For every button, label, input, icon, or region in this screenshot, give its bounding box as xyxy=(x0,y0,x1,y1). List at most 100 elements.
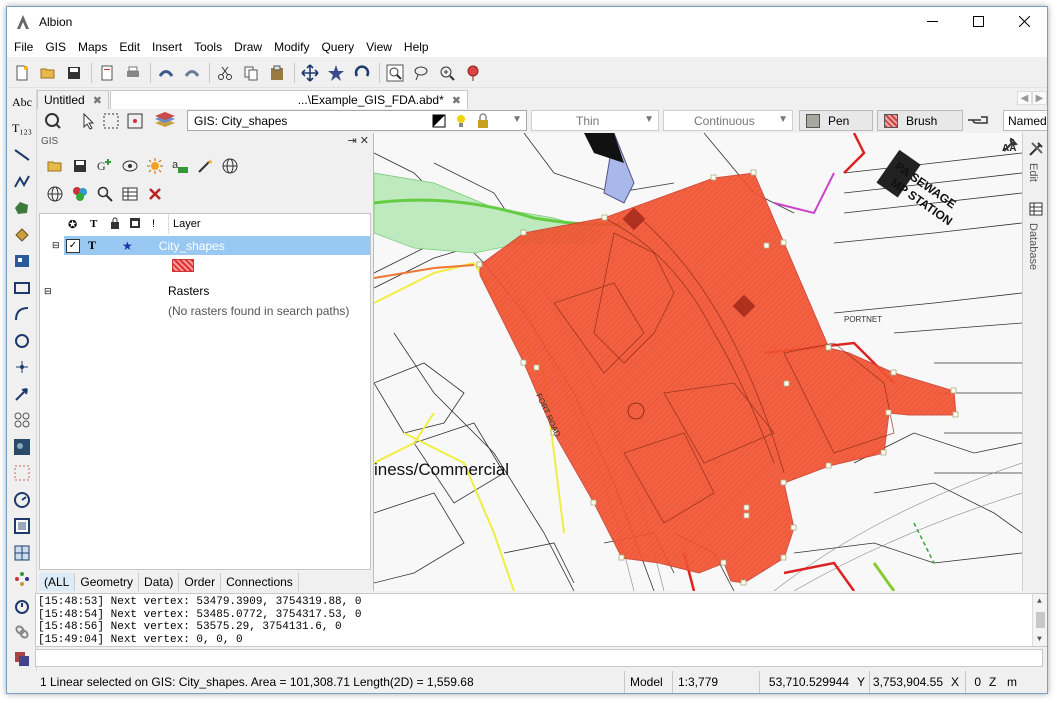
tab-scroll-right-icon[interactable]: ▶ xyxy=(1032,91,1047,105)
symbology-icon[interactable] xyxy=(118,155,142,177)
timer-tool-icon[interactable] xyxy=(7,593,37,620)
new-gis-layer-icon[interactable]: G xyxy=(93,155,117,177)
arrow-tool-icon[interactable] xyxy=(7,381,37,408)
menu-edit[interactable]: Edit xyxy=(114,40,147,54)
edit-tools-icon[interactable] xyxy=(1028,141,1044,160)
minimize-button[interactable] xyxy=(909,7,955,36)
undo-icon[interactable] xyxy=(154,61,178,85)
database-panel-tab[interactable]: Database xyxy=(1027,223,1039,270)
scroll-thumb[interactable] xyxy=(1036,612,1045,628)
sun-icon[interactable] xyxy=(143,155,167,177)
map-drawing[interactable]: iness/Commercial PA SEWAGE MP STATION PO… xyxy=(374,133,1022,591)
maximize-button[interactable] xyxy=(955,7,1001,36)
save-icon[interactable] xyxy=(62,61,86,85)
save-layer-icon[interactable] xyxy=(68,155,92,177)
tab-geometry[interactable]: Geometry xyxy=(75,573,140,591)
layers-tool-icon[interactable] xyxy=(7,646,37,673)
menu-draw[interactable]: Draw xyxy=(229,40,269,54)
hatch-tool-icon[interactable] xyxy=(7,222,37,249)
edit-panel-tab[interactable]: Edit xyxy=(1027,163,1039,182)
arc-tool-icon[interactable] xyxy=(7,301,37,328)
layer-color-icon[interactable] xyxy=(432,114,446,131)
magic-wand-icon[interactable] xyxy=(193,155,217,177)
menu-file[interactable]: File xyxy=(9,40,40,54)
menu-modify[interactable]: Modify xyxy=(269,40,316,54)
text-column-icon[interactable]: T xyxy=(90,218,97,230)
tab-order[interactable]: Order xyxy=(179,573,222,591)
dots-tool-icon[interactable] xyxy=(7,566,37,593)
line-tool-icon[interactable] xyxy=(7,142,37,169)
block-tool-icon[interactable] xyxy=(7,248,37,275)
select-star-icon[interactable] xyxy=(324,61,348,85)
visibility-column-icon[interactable]: ✪ xyxy=(68,218,77,231)
paste-icon[interactable] xyxy=(265,61,289,85)
console-scrollbar[interactable]: ▲ ▼ xyxy=(1032,594,1047,647)
viewport-tool-icon[interactable] xyxy=(7,513,37,540)
tab-untitled[interactable]: Untitled ✖ xyxy=(37,90,109,109)
new-file-icon[interactable] xyxy=(10,61,34,85)
layer-active-star-icon[interactable]: ★ xyxy=(122,239,133,253)
brush-button[interactable]: Brush xyxy=(877,110,963,131)
tab-all[interactable]: (ALL xyxy=(39,573,76,591)
cut-icon[interactable] xyxy=(213,61,237,85)
layer-select-dropdown[interactable]: GIS: City_shapes ▼ xyxy=(187,110,527,131)
menu-insert[interactable]: Insert xyxy=(147,40,189,54)
tab-data[interactable]: Data) xyxy=(139,573,180,591)
tab-example-gis[interactable]: ...\Example_GIS_FDA.abd* ✖ xyxy=(110,90,468,109)
snap-column-icon[interactable] xyxy=(129,217,141,232)
menu-maps[interactable]: Maps xyxy=(73,40,114,54)
gauge-tool-icon[interactable] xyxy=(7,487,37,514)
numbered-text-tool-icon[interactable]: T₁₂₃ xyxy=(7,116,37,143)
scale-status[interactable]: 1:3,779 xyxy=(673,671,760,693)
collapse-icon[interactable]: ⊟ xyxy=(52,240,60,251)
scroll-down-icon[interactable]: ▼ xyxy=(1037,634,1042,647)
layer-row-city-shapes[interactable]: ✓ T ★ City_shapes xyxy=(64,236,370,255)
command-input[interactable] xyxy=(35,649,1043,667)
layer-visible-checkbox[interactable]: ✓ xyxy=(66,238,80,253)
database-icon[interactable] xyxy=(1028,201,1044,220)
globe-icon[interactable] xyxy=(218,155,242,177)
open-layer-icon[interactable] xyxy=(43,155,67,177)
globe-web-icon[interactable] xyxy=(43,183,67,205)
attribute-table-icon[interactable] xyxy=(118,183,142,205)
named-style-dropdown[interactable]: Named xyxy=(1003,110,1047,131)
search-icon[interactable] xyxy=(93,183,117,205)
zoom-extents-icon[interactable] xyxy=(435,61,459,85)
grid-tool-icon[interactable] xyxy=(7,540,37,567)
rectangle-tool-icon[interactable] xyxy=(7,275,37,302)
zoom-lasso-icon[interactable] xyxy=(409,61,433,85)
label-layer-icon[interactable]: a xyxy=(168,155,192,177)
layer-column-header[interactable]: Layer xyxy=(168,214,201,234)
collapse-rasters-icon[interactable]: ⊟ xyxy=(44,286,52,297)
chevron-down-icon[interactable]: ▼ xyxy=(512,114,522,125)
menu-gis[interactable]: GIS xyxy=(40,40,73,54)
menu-query[interactable]: Query xyxy=(316,40,361,54)
menu-view[interactable]: View xyxy=(361,40,399,54)
zoom-location-icon[interactable] xyxy=(461,61,485,85)
close-tab-icon[interactable]: ✖ xyxy=(93,94,102,107)
scroll-up-icon[interactable]: ▲ xyxy=(1037,596,1042,609)
pin-icon[interactable]: ⇥ xyxy=(348,135,357,147)
pointing-hand-icon[interactable] xyxy=(967,112,991,131)
pan-icon[interactable] xyxy=(298,61,322,85)
copy-icon[interactable] xyxy=(239,61,263,85)
tab-scroll-left-icon[interactable]: ◀ xyxy=(1017,91,1032,105)
link-tool-icon[interactable] xyxy=(7,619,37,646)
lock-icon[interactable] xyxy=(476,113,490,132)
menu-tools[interactable]: Tools xyxy=(189,40,229,54)
redo-icon[interactable] xyxy=(180,61,204,85)
bulb-icon[interactable] xyxy=(454,113,468,132)
pen-button[interactable]: Pen xyxy=(799,110,873,131)
text-tool-icon[interactable]: Abc xyxy=(7,89,37,116)
open-folder-icon[interactable] xyxy=(36,61,60,85)
pointer-select-icon[interactable] xyxy=(77,109,101,133)
polyline-tool-icon[interactable] xyxy=(7,169,37,196)
layer-stack-icon[interactable] xyxy=(153,109,177,133)
color-balls-icon[interactable] xyxy=(68,183,92,205)
print-icon[interactable] xyxy=(121,61,145,85)
point-tool-icon[interactable] xyxy=(7,354,37,381)
close-button[interactable] xyxy=(1001,7,1047,36)
tab-connections[interactable]: Connections xyxy=(221,573,299,591)
zoom-window-icon[interactable] xyxy=(383,61,407,85)
mode-status[interactable]: Model xyxy=(625,671,673,693)
